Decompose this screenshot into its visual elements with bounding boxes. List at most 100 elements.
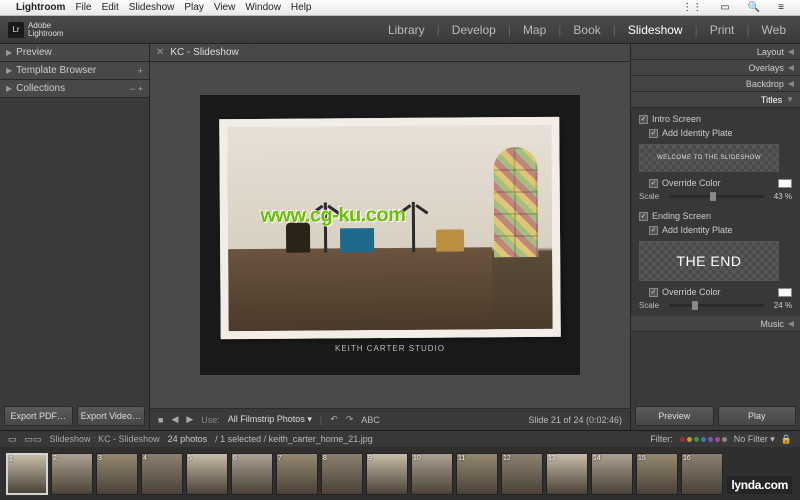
filmstrip-thumb[interactable]: 2 <box>51 453 93 495</box>
intro-color-swatch[interactable] <box>778 179 792 188</box>
export-video-button[interactable]: Export Video… <box>77 406 146 426</box>
filmstrip-thumb[interactable]: 5 <box>186 453 228 495</box>
breadcrumb[interactable]: Slideshow : KC - Slideshow <box>50 434 160 444</box>
play-button[interactable]: Play <box>718 406 797 426</box>
filmstrip[interactable]: 12345678910111213141516 <box>0 447 800 500</box>
battery-icon[interactable]: ▭ <box>720 2 729 13</box>
filmstrip-thumb[interactable]: 3 <box>96 453 138 495</box>
close-tab-icon[interactable]: ✕ <box>156 47 164 58</box>
rotate-ccw-icon[interactable]: ↶ <box>330 414 338 425</box>
tab-title: KC - Slideshow <box>170 47 238 58</box>
filter-label: Filter: <box>650 434 673 444</box>
collections-ops-icon[interactable]: − + <box>130 84 143 94</box>
filmstrip-thumb[interactable]: 15 <box>636 453 678 495</box>
no-filter-select[interactable]: No Filter ▾ <box>734 434 775 445</box>
next-icon[interactable]: ▶ <box>186 414 193 425</box>
filmstrip-thumb[interactable]: 11 <box>456 453 498 495</box>
menu-help[interactable]: Help <box>291 2 312 13</box>
module-library[interactable]: Library <box>382 23 431 37</box>
panel-layout[interactable]: Layout◀ <box>631 44 800 60</box>
use-select[interactable]: All Filmstrip Photos ▾ <box>228 414 312 425</box>
wifi-icon[interactable]: ⋮⋮ <box>682 2 702 13</box>
intro-identity-plate-checkbox[interactable]: ✓ <box>649 129 658 138</box>
filmstrip-thumb[interactable]: 10 <box>411 453 453 495</box>
menu-extra-icon[interactable]: ≡ <box>778 2 784 13</box>
app-logo: Lr Adobe Lightroom <box>8 22 64 38</box>
filmstrip-thumb[interactable]: 9 <box>366 453 408 495</box>
intro-override-color-checkbox[interactable]: ✓ <box>649 179 658 188</box>
menu-file[interactable]: File <box>75 2 91 13</box>
module-book[interactable]: Book <box>567 23 606 37</box>
ending-color-swatch[interactable] <box>778 288 792 297</box>
filmstrip-thumb[interactable]: 4 <box>141 453 183 495</box>
logo-line2: Lightroom <box>28 30 64 38</box>
slide-photo: www.cg-ku.com <box>219 116 561 338</box>
panel-preview[interactable]: ▶ Preview <box>0 44 149 62</box>
filmstrip-view-icon[interactable]: ▭ <box>8 434 17 445</box>
prev-icon[interactable]: ◀ <box>171 414 178 425</box>
filmstrip-thumb[interactable]: 6 <box>231 453 273 495</box>
filmstrip-thumb[interactable]: 8 <box>321 453 363 495</box>
ending-override-color-checkbox[interactable]: ✓ <box>649 288 658 297</box>
lynda-watermark: lynda.com <box>727 476 792 494</box>
module-web[interactable]: Web <box>756 23 792 37</box>
ending-screen-label: Ending Screen <box>652 211 711 221</box>
filmstrip-thumb[interactable]: 16 <box>681 453 723 495</box>
menu-app[interactable]: Lightroom <box>16 2 65 13</box>
slideshow-toolbar: ■ ◀ ▶ Use: All Filmstrip Photos ▾ | ↶ ↷ … <box>150 408 630 430</box>
disclosure-down-icon: ▼ <box>786 95 794 104</box>
menu-view[interactable]: View <box>214 2 236 13</box>
mac-menubar: Lightroom File Edit Slideshow Play View … <box>0 0 800 16</box>
panel-overlays[interactable]: Overlays◀ <box>631 60 800 76</box>
ending-override-color-label: Override Color <box>662 287 721 297</box>
module-slideshow[interactable]: Slideshow <box>622 23 689 37</box>
slide-status: Slide 21 of 24 (0:02:46) <box>528 415 622 425</box>
ending-identity-plate-checkbox[interactable]: ✓ <box>649 226 658 235</box>
menu-slideshow[interactable]: Slideshow <box>129 2 175 13</box>
intro-screen-label: Intro Screen <box>652 114 701 124</box>
ending-identity-plate[interactable]: THE END <box>639 241 779 281</box>
stop-icon[interactable]: ■ <box>158 415 163 425</box>
slideshow-canvas[interactable]: www.cg-ku.com KEITH CARTER STUDIO <box>150 62 630 408</box>
filter-lock-icon[interactable]: 🔒 <box>781 434 792 445</box>
menu-edit[interactable]: Edit <box>102 2 119 13</box>
filmstrip-thumb[interactable]: 13 <box>546 453 588 495</box>
menu-window[interactable]: Window <box>245 2 281 13</box>
module-map[interactable]: Map <box>517 23 552 37</box>
filter-flags[interactable] <box>679 434 728 444</box>
filmstrip-view2-icon[interactable]: ▭▭ <box>25 434 42 445</box>
ending-scale-slider[interactable] <box>669 304 764 307</box>
filmstrip-thumb[interactable]: 1 <box>6 453 48 495</box>
spotlight-icon[interactable]: 🔍 <box>748 2 760 13</box>
export-pdf-button[interactable]: Export PDF… <box>4 406 73 426</box>
panel-titles[interactable]: Titles▼ <box>631 92 800 108</box>
menu-play[interactable]: Play <box>184 2 203 13</box>
content-tabbar: ✕ KC - Slideshow <box>150 44 630 62</box>
lr-mark-icon: Lr <box>8 22 24 38</box>
preview-button[interactable]: Preview <box>635 406 714 426</box>
intro-scale-label: Scale <box>639 192 665 201</box>
panel-music[interactable]: Music◀ <box>631 316 800 332</box>
filmstrip-thumb[interactable]: 7 <box>276 453 318 495</box>
selection-info: / 1 selected / keith_carter_home_21.jpg <box>215 434 373 444</box>
panel-template-browser[interactable]: ▶ Template Browser + <box>0 62 149 80</box>
intro-scale-slider[interactable] <box>669 195 764 198</box>
abc-button[interactable]: ABC <box>361 415 380 425</box>
panel-template-browser-label: Template Browser <box>16 65 96 76</box>
intro-screen-checkbox[interactable]: ✓ <box>639 115 648 124</box>
panel-collections[interactable]: ▶ Collections − + <box>0 80 149 98</box>
template-add-icon[interactable]: + <box>138 66 143 76</box>
panel-backdrop[interactable]: Backdrop◀ <box>631 76 800 92</box>
module-print[interactable]: Print <box>704 23 741 37</box>
filmstrip-thumb[interactable]: 14 <box>591 453 633 495</box>
rotate-cw-icon[interactable]: ↷ <box>346 414 354 425</box>
module-develop[interactable]: Develop <box>446 23 502 37</box>
ending-screen-checkbox[interactable]: ✓ <box>639 212 648 221</box>
right-panel: Layout◀ Overlays◀ Backdrop◀ Titles▼ ✓ Int… <box>630 44 800 430</box>
intro-identity-plate[interactable]: WELCOME TO THE SLIDESHOW <box>639 144 779 172</box>
ending-scale-label: Scale <box>639 301 665 310</box>
disclosure-left-icon: ◀ <box>788 79 794 88</box>
filmstrip-thumb[interactable]: 12 <box>501 453 543 495</box>
intro-identity-plate-label: Add Identity Plate <box>662 128 733 138</box>
module-picker: Library| Develop| Map| Book| Slideshow| … <box>382 23 792 37</box>
